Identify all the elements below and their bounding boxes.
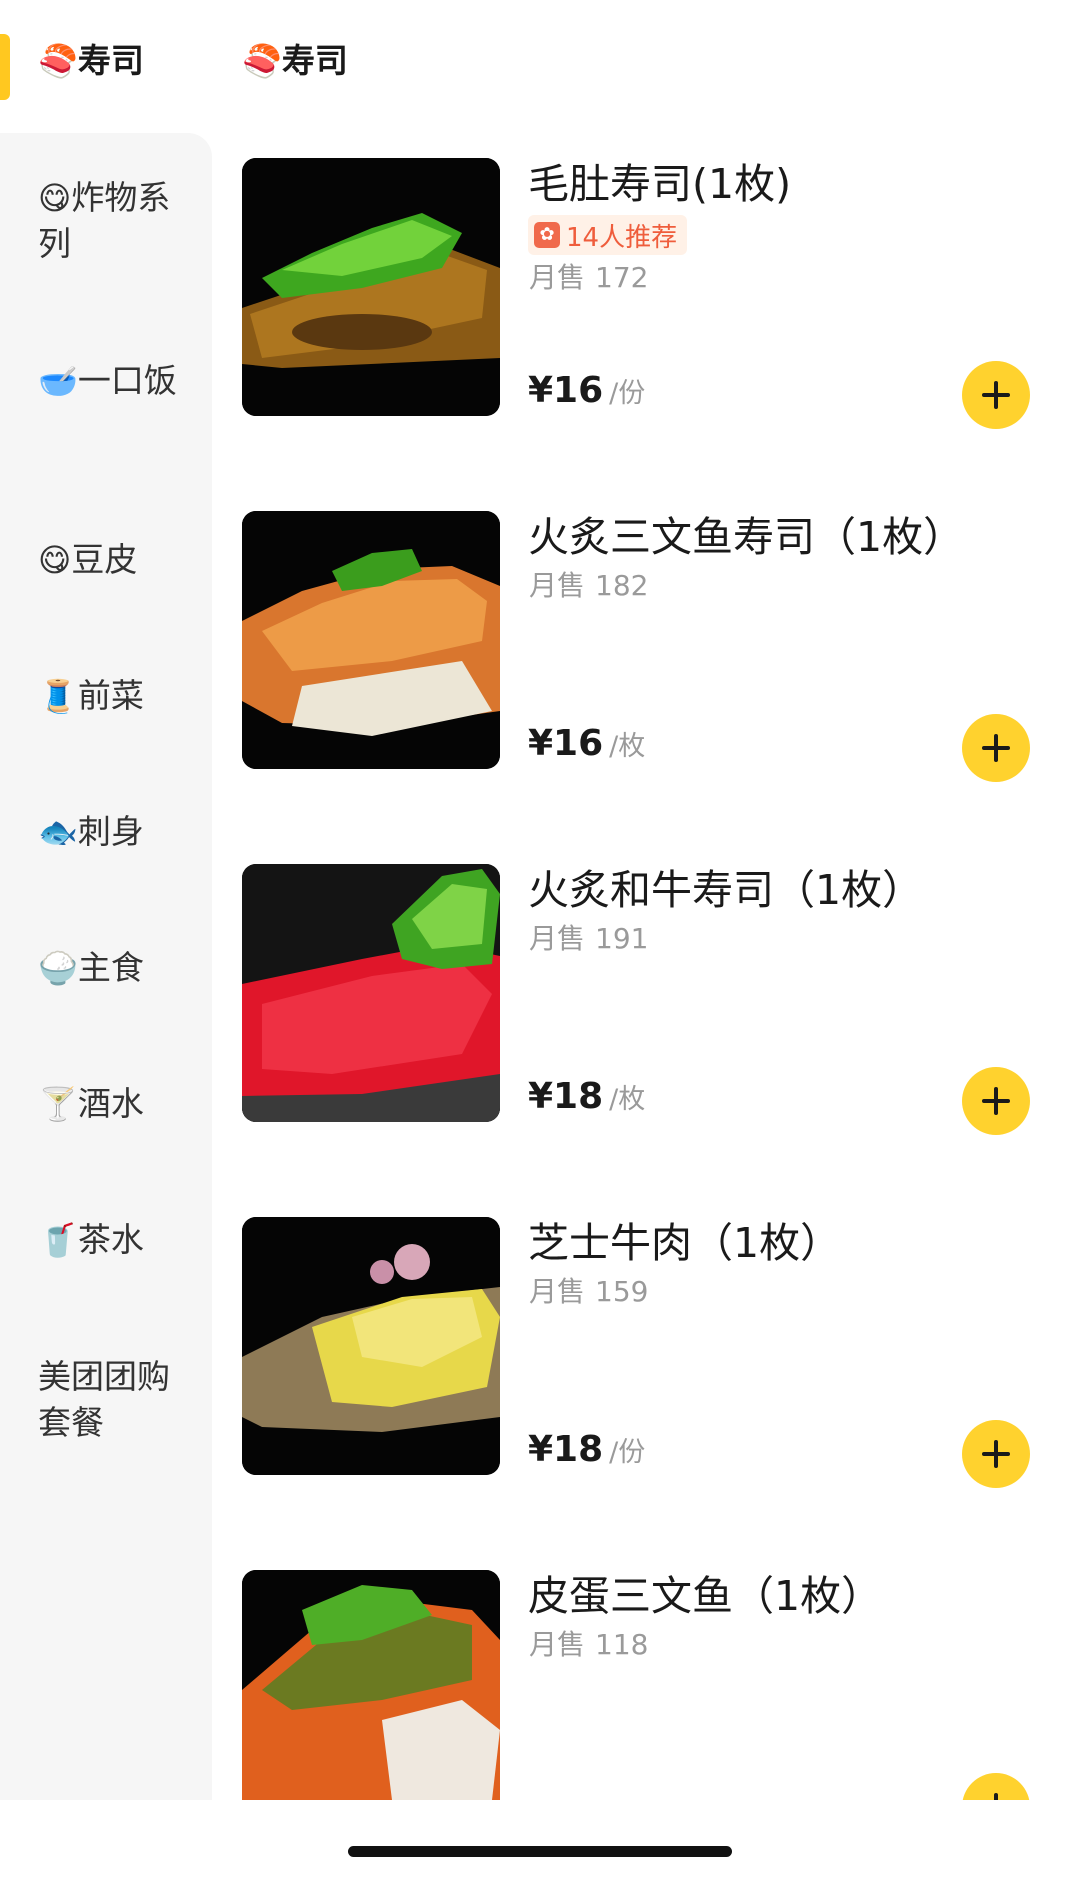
product-name: 火炙和牛寿司（1枚）: [528, 866, 924, 914]
sidebar-item-tofu-skin[interactable]: 😋豆皮: [38, 537, 188, 583]
product-item[interactable]: 火炙三文鱼寿司（1枚） 月售 182 ¥16/枚: [242, 511, 1042, 782]
price-value: ¥18: [528, 1429, 604, 1470]
price-unit: /份: [609, 378, 646, 409]
price-value: ¥16: [528, 370, 604, 411]
sales-label: 月售: [529, 922, 586, 955]
product-name: 毛肚寿司(1枚): [528, 160, 792, 208]
sidebar-item-fried[interactable]: 😋炸物系列: [38, 175, 188, 267]
section-title: 🍣寿司: [242, 38, 348, 84]
section-title-label: 寿司: [281, 41, 348, 80]
home-indicator[interactable]: [348, 1846, 732, 1857]
monthly-sales: 月售 191: [529, 921, 648, 957]
price-value: ¥16: [528, 723, 604, 764]
price-unit: /枚: [609, 1084, 646, 1115]
recommend-icon: ✿: [534, 222, 560, 248]
product-image[interactable]: [242, 158, 500, 416]
sales-label: 月售: [529, 1275, 586, 1308]
sidebar-item-label: 前菜: [77, 676, 144, 715]
add-to-cart-button[interactable]: [962, 1420, 1030, 1488]
product-name: 芝士牛肉（1枚）: [528, 1219, 842, 1267]
category-sidebar: 🍣寿司 😋炸物系列 🥣一口饭 😋豆皮 🧵前菜 🐟刺身 🍚主食 🍸酒水 🥤茶水 美…: [0, 0, 212, 1800]
bottom-safe-area: [0, 1800, 1080, 1883]
sidebar-item-staple[interactable]: 🍚主食: [38, 945, 188, 991]
product-image[interactable]: [242, 864, 500, 1122]
product-item[interactable]: 芝士牛肉（1枚） 月售 159 ¥18/份: [242, 1217, 1042, 1488]
add-to-cart-button[interactable]: [962, 714, 1030, 782]
recommend-badge: ✿ 14人推荐: [528, 215, 688, 255]
cocktail-icon: 🍸: [38, 1085, 78, 1123]
monthly-sales: 月售 159: [529, 1274, 648, 1310]
sushi-icon: 🍣: [38, 42, 78, 80]
sales-count: 159: [595, 1275, 649, 1308]
product-image[interactable]: [242, 1217, 500, 1475]
sidebar-item-sashimi[interactable]: 🐟刺身: [38, 809, 188, 855]
sales-count: 118: [595, 1628, 649, 1661]
product-image[interactable]: [242, 511, 500, 769]
sales-count: 172: [595, 261, 649, 294]
product-name: 火炙三文鱼寿司（1枚）: [528, 513, 965, 561]
price: ¥18/份: [528, 1429, 645, 1474]
sidebar-item-label: 寿司: [77, 41, 144, 80]
monthly-sales: 月售 118: [529, 1627, 648, 1663]
sales-count: 182: [595, 569, 649, 602]
sales-label: 月售: [529, 569, 586, 602]
sales-label: 月售: [529, 261, 586, 294]
sidebar-item-appetizer[interactable]: 🧵前菜: [38, 673, 188, 719]
active-category-indicator: [0, 34, 10, 100]
fish-icon: 🐟: [38, 813, 78, 851]
rice-icon: 🍚: [38, 949, 78, 987]
product-item[interactable]: 皮蛋三文鱼（1枚） 月售 118: [242, 1570, 1042, 1841]
sidebar-item-drinks[interactable]: 🍸酒水: [38, 1081, 188, 1127]
sidebar-item-label: 美团团购套餐: [38, 1357, 170, 1442]
sidebar-item-sushi[interactable]: 🍣寿司: [38, 38, 188, 84]
sidebar-item-rice-bite[interactable]: 🥣一口饭: [38, 358, 188, 404]
smile-face-icon: 😋: [38, 541, 72, 579]
sushi-icon: 🍣: [242, 42, 282, 80]
sidebar-item-tea[interactable]: 🥤茶水: [38, 1217, 188, 1263]
monthly-sales: 月售 172: [529, 260, 648, 296]
product-name: 皮蛋三文鱼（1枚）: [528, 1572, 883, 1620]
price-value: ¥18: [528, 1076, 604, 1117]
monthly-sales: 月售 182: [529, 568, 648, 604]
recommend-text: 14人推荐: [566, 222, 678, 253]
price: ¥16/份: [528, 370, 645, 415]
product-image[interactable]: [242, 1570, 500, 1828]
smile-face-icon: 😋: [38, 179, 72, 217]
add-to-cart-button[interactable]: [962, 1067, 1030, 1135]
thread-spool-icon: 🧵: [38, 677, 78, 715]
price-unit: /份: [609, 1437, 646, 1468]
sidebar-item-label: 刺身: [77, 812, 144, 851]
price: ¥18/枚: [528, 1076, 645, 1121]
price-unit: /枚: [609, 731, 646, 762]
sidebar-item-label: 主食: [77, 948, 144, 987]
sales-count: 191: [595, 922, 649, 955]
sidebar-item-label: 茶水: [77, 1220, 144, 1259]
sidebar-item-label: 酒水: [77, 1084, 144, 1123]
cup-icon: 🥤: [38, 1221, 78, 1259]
price: ¥16/枚: [528, 723, 645, 768]
product-item[interactable]: 火炙和牛寿司（1枚） 月售 191 ¥18/枚: [242, 864, 1042, 1135]
sidebar-item-label: 豆皮: [71, 540, 138, 579]
add-to-cart-button[interactable]: [962, 361, 1030, 429]
bowl-icon: 🥣: [38, 362, 78, 400]
sales-label: 月售: [529, 1628, 586, 1661]
sidebar-item-label: 一口饭: [77, 361, 177, 400]
product-item[interactable]: 毛肚寿司(1枚) ✿ 14人推荐 月售 172 ¥16/份: [242, 158, 1042, 429]
sidebar-item-meituan-package[interactable]: 美团团购套餐: [38, 1354, 188, 1446]
